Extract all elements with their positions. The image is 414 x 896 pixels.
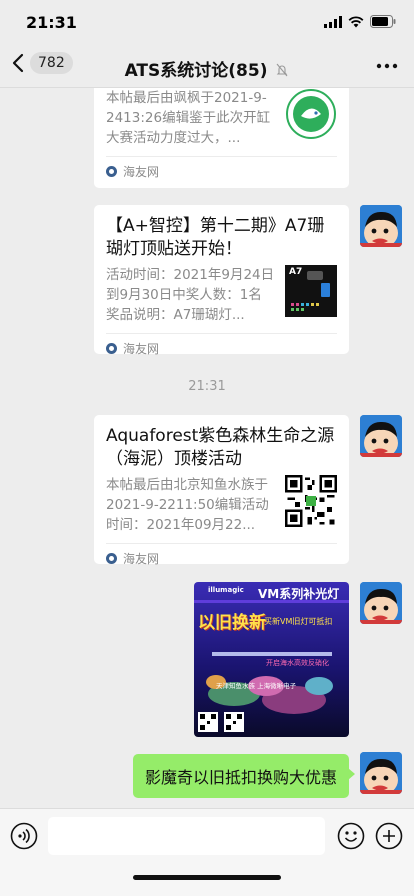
message-input[interactable] [48, 817, 325, 855]
chat-title: ATS系统讨论(85) [0, 56, 414, 81]
card-body: 本帖最后由飒枫于2021-9-2413:26编辑鉴于此次开缸大赛活动力度过大，.… [94, 88, 349, 148]
promo-brand: illumagic [208, 586, 244, 594]
avatar-image [360, 752, 402, 794]
promo-big-text: 以旧换新 [198, 613, 266, 633]
battery-icon [370, 15, 396, 28]
avatar[interactable] [360, 582, 402, 624]
home-indicator [133, 875, 281, 880]
status-time: 21:31 [26, 13, 77, 32]
emoji-button[interactable] [337, 822, 365, 854]
avatar-image [360, 582, 402, 624]
card-description: 本帖最后由飒枫于2021-9-2413:26编辑鉴于此次开缸大赛活动力度过大，.… [106, 90, 271, 146]
card-thumbnail [286, 89, 336, 139]
card-source: 海友网 [106, 156, 337, 186]
avatar[interactable] [360, 752, 402, 794]
more-button[interactable] [376, 56, 398, 80]
card-source: 海友网 [106, 543, 337, 573]
avatar[interactable] [360, 415, 402, 457]
promo-line2: 开启海水高效反硝化 [266, 659, 329, 667]
card-source-name: 海友网 [123, 552, 160, 566]
signal-icon [324, 15, 342, 28]
status-bar: 21:31 [0, 0, 414, 44]
more-dots-icon [376, 63, 398, 69]
nav-bar: 782 ATS系统讨论(85) [0, 44, 414, 88]
card-body: 活动时间：2021年9月24日到9月30日中奖人数：1名奖品说明：A7珊瑚灯..… [94, 265, 349, 325]
message-timestamp: 21:31 [188, 379, 226, 394]
chat-title-text: ATS系统讨论(85) [124, 61, 268, 81]
text-message-content: 影魔奇以旧抵扣换购大优惠 [144, 768, 337, 787]
card-title: Aquaforest紫色森林生命之源（海泥）顶楼活动 [106, 426, 335, 469]
source-logo-icon [106, 166, 117, 177]
avatar-image [360, 415, 402, 457]
card-body: 本帖最后由北京知鱼水族于2021-9-2211:50编辑活动时间：2021年09… [94, 475, 349, 535]
card-source: 海友网 [106, 333, 337, 363]
promo-headline: VM系列补光灯 [258, 587, 340, 601]
promo-line3: 天津知鱼水族 上海微晰电子 [216, 682, 297, 690]
promo-line1: 买新VM旧灯可抵扣 [264, 617, 333, 626]
light-product-icon [291, 271, 330, 311]
more-functions-button[interactable] [375, 822, 403, 854]
emoji-icon [337, 822, 365, 850]
voice-button[interactable] [10, 822, 38, 854]
link-card[interactable]: 本帖最后由飒枫于2021-9-2413:26编辑鉴于此次开缸大赛活动力度过大，.… [94, 88, 349, 188]
status-icons [324, 15, 396, 28]
source-logo-icon [106, 343, 117, 354]
wifi-icon [348, 15, 364, 27]
voice-icon [10, 822, 38, 850]
avatar-image [360, 205, 402, 247]
link-card[interactable]: 【A+智控】第十二期》A7珊瑚灯顶贴送开始！ 活动时间：2021年9月24日到9… [94, 205, 349, 356]
card-source-name: 海友网 [123, 342, 160, 356]
card-thumbnail: A7 [285, 265, 337, 317]
card-source-name: 海友网 [123, 165, 160, 179]
text-message-bubble[interactable]: 影魔奇以旧抵扣换购大优惠 [132, 754, 356, 798]
input-bar [0, 808, 414, 896]
qr-code-thumbnail [285, 475, 337, 527]
link-card[interactable]: Aquaforest紫色森林生命之源（海泥）顶楼活动 本帖最后由北京知鱼水族于2… [94, 415, 349, 566]
card-title: 【A+智控】第十二期》A7珊瑚灯顶贴送开始！ [106, 216, 325, 259]
chat-area[interactable]: 本帖最后由飒枫于2021-9-2413:26编辑鉴于此次开缸大赛活动力度过大，.… [0, 88, 414, 808]
image-message[interactable]: illumagic VM系列补光灯 以旧换新 买新VM旧灯可抵扣 开启海水高效反… [194, 582, 349, 737]
plus-icon [375, 822, 403, 850]
mute-bell-icon [276, 63, 288, 77]
card-description: 本帖最后由北京知鱼水族于2021-9-2211:50编辑活动时间：2021年09… [106, 477, 269, 533]
card-description: 活动时间：2021年9月24日到9月30日中奖人数：1名奖品说明：A7珊瑚灯..… [106, 267, 275, 323]
avatar[interactable] [360, 205, 402, 247]
source-logo-icon [106, 553, 117, 564]
